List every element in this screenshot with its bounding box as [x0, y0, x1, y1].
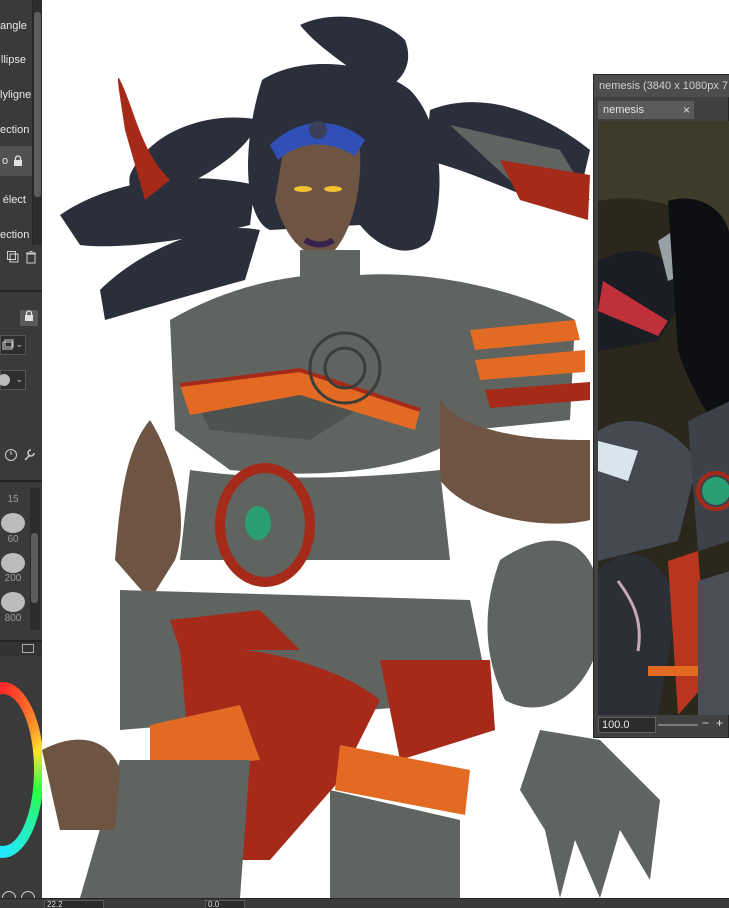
- wrench-icon[interactable]: [22, 448, 36, 462]
- status-bar: 22.2 0.0: [0, 898, 729, 908]
- tool-select[interactable]: élect: [0, 185, 32, 215]
- chevron-down-icon: ⌄: [15, 374, 23, 384]
- tool-list-scrollbar[interactable]: [32, 0, 42, 245]
- close-icon[interactable]: ×: [683, 101, 690, 119]
- scrollbar-thumb[interactable]: [31, 533, 38, 603]
- layer-lock-icon[interactable]: [20, 310, 38, 326]
- navigator-zoom-field[interactable]: 100.0: [598, 717, 656, 733]
- canvas-zoom-field[interactable]: 22.2: [44, 900, 104, 908]
- grid-icon[interactable]: [22, 644, 34, 653]
- navigator-title[interactable]: nemesis (3840 x 1080px 7: [594, 75, 729, 97]
- navigator-preview[interactable]: [598, 121, 729, 715]
- brush-size-dot[interactable]: [1, 553, 25, 573]
- tab-nemesis[interactable]: nemesis ×: [598, 101, 694, 119]
- tool-rectangle[interactable]: angle: [0, 11, 32, 41]
- tab-label: nemesis: [603, 104, 644, 116]
- lock-icon[interactable]: [12, 155, 24, 167]
- tool-lasso-label: o: [2, 155, 9, 167]
- canvas-angle-field[interactable]: 0.0: [205, 900, 245, 908]
- timer-icon[interactable]: [4, 448, 18, 462]
- brush-size-label[interactable]: 60: [0, 534, 26, 545]
- navigator-window[interactable]: nemesis (3840 x 1080px 7 nemesis × 100.0…: [593, 74, 729, 738]
- copy-icon[interactable]: [6, 250, 20, 264]
- scrollbar-thumb[interactable]: [34, 12, 41, 197]
- tool-selection[interactable]: ection: [0, 115, 32, 145]
- color-circle-icon: [0, 374, 10, 386]
- tool-selection-2[interactable]: ection: [0, 220, 32, 250]
- blend-mode-dropdown[interactable]: ⌄: [0, 335, 26, 355]
- panel-divider: [0, 290, 42, 292]
- layers-icon: [2, 339, 14, 350]
- brush-size-label[interactable]: 200: [0, 573, 26, 584]
- trash-icon[interactable]: [24, 250, 38, 264]
- expression-color-dropdown[interactable]: ⌄: [0, 370, 26, 390]
- brush-size-label[interactable]: 15: [0, 494, 26, 505]
- tool-panel: angle llipse lyligne ection o élect ecti…: [0, 0, 42, 908]
- panel-divider: [0, 480, 42, 482]
- brush-size-scrollbar[interactable]: [30, 488, 40, 630]
- color-panel-header: [0, 642, 42, 656]
- navigator-zoom-slider[interactable]: [658, 724, 698, 726]
- zoom-in-button[interactable]: +: [716, 716, 723, 730]
- chevron-down-icon: ⌄: [15, 339, 23, 349]
- zoom-out-button[interactable]: −: [702, 716, 709, 730]
- tool-polyline[interactable]: lyligne: [0, 80, 32, 110]
- preview-thumbnail: [598, 121, 729, 715]
- brush-size-dot[interactable]: [1, 592, 25, 612]
- brush-size-label[interactable]: 800: [0, 613, 26, 624]
- brush-size-dot[interactable]: [1, 513, 25, 533]
- tool-ellipse[interactable]: llipse: [0, 45, 32, 75]
